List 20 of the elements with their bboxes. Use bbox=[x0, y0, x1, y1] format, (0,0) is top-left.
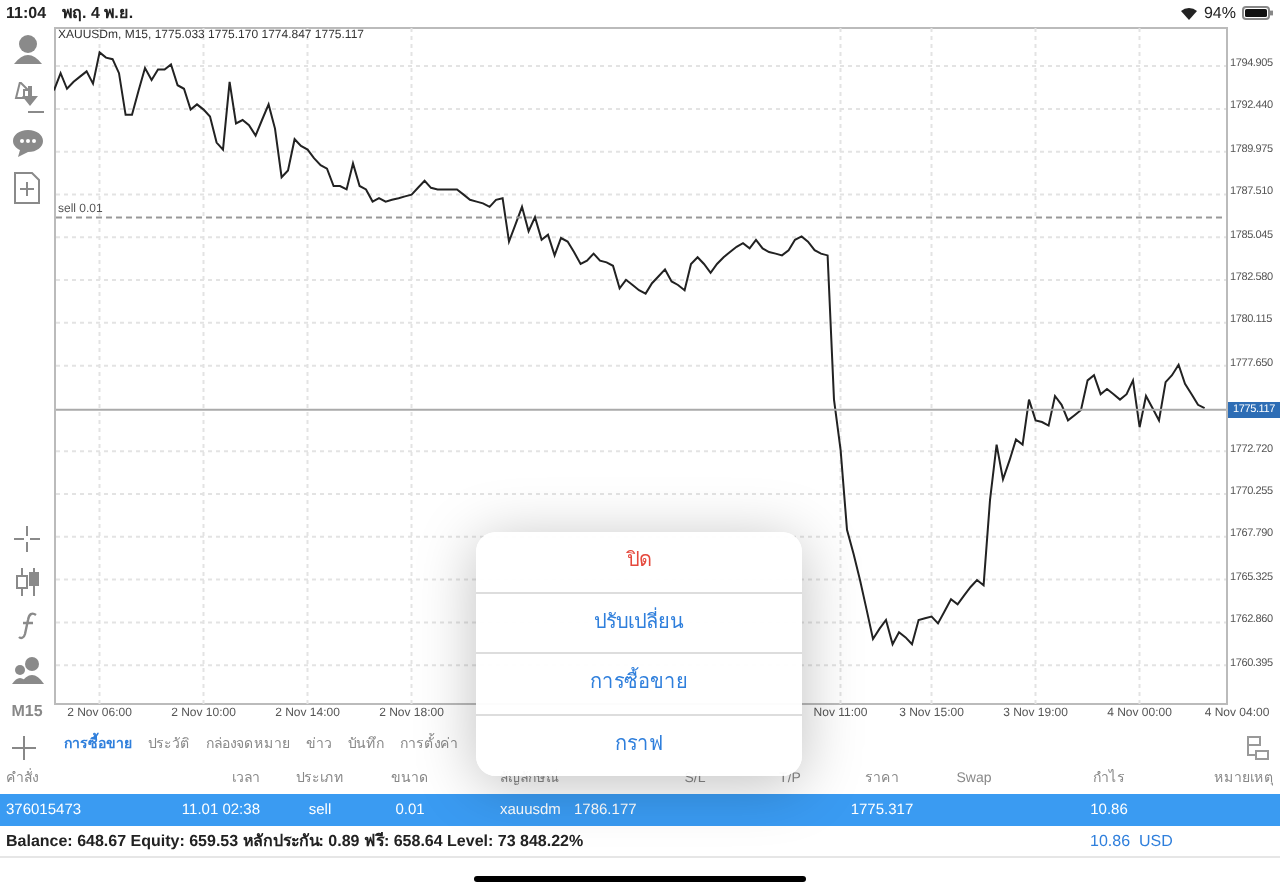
account-summary: Balance: 648.67 Equity: 659.53 หลักประกัน: 0.89 ฟรี: 658.64 Level: 73 848.22% bbox=[4, 829, 586, 853]
person-icon[interactable] bbox=[11, 34, 43, 68]
wifi-icon bbox=[1179, 6, 1198, 20]
people-icon[interactable] bbox=[11, 656, 43, 684]
status-time: 11:04 bbox=[6, 1, 47, 25]
add-icon[interactable] bbox=[12, 735, 36, 759]
battery-percent: 94% bbox=[1203, 1, 1236, 25]
menu-item[interactable]: การซื้อขาย bbox=[476, 654, 802, 715]
add-document-icon[interactable] bbox=[14, 172, 40, 204]
crosshair-icon[interactable] bbox=[14, 526, 40, 552]
menu-item[interactable]: ปรับเปลี่ยน bbox=[476, 593, 802, 654]
chat-icon[interactable] bbox=[11, 128, 43, 158]
menu-item[interactable]: ปิด bbox=[476, 532, 802, 593]
function-icon[interactable] bbox=[17, 612, 37, 640]
layout-icon[interactable] bbox=[1246, 735, 1270, 759]
battery-icon bbox=[1242, 6, 1274, 20]
timeframe-label[interactable]: M15 bbox=[11, 700, 43, 724]
total-profit: 10.86 USD bbox=[1090, 829, 1173, 853]
candlestick-icon[interactable] bbox=[13, 568, 41, 596]
status-date: พฤ. 4 พ.ย. bbox=[62, 1, 134, 25]
